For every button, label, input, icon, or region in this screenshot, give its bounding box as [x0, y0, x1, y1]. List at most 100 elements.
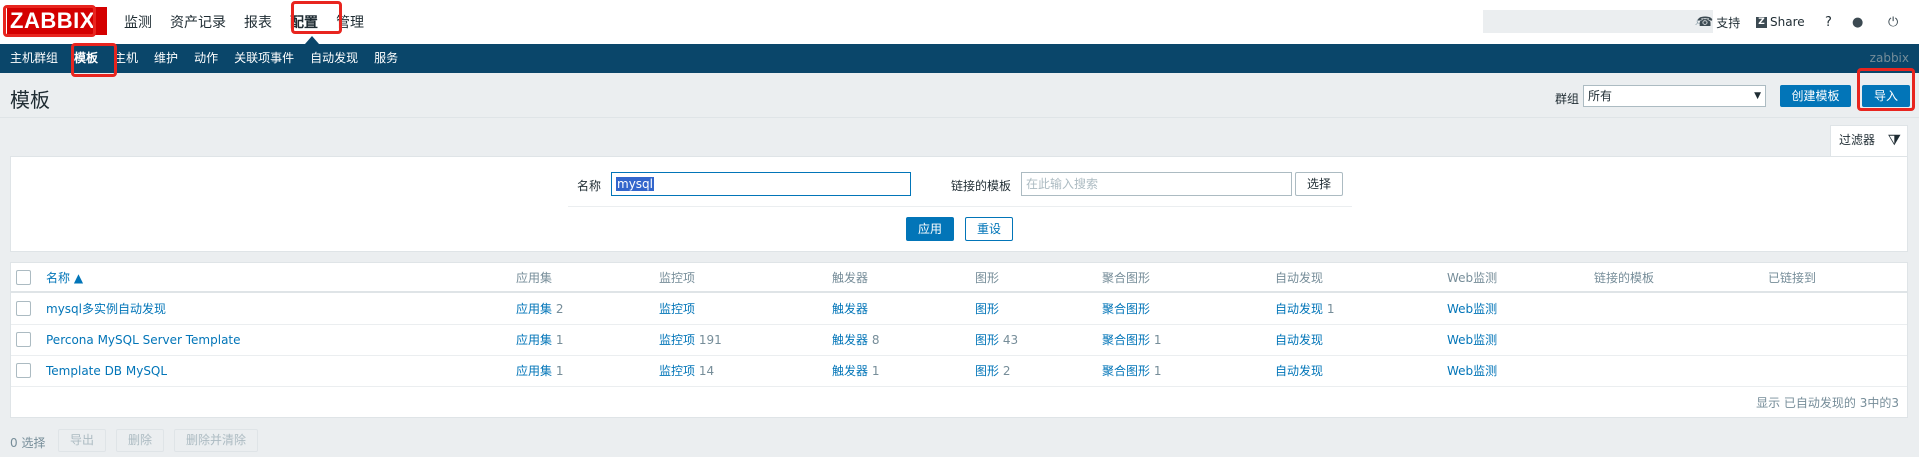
- subnav-actions[interactable]: 动作: [186, 44, 226, 73]
- column-triggers: 触发器: [832, 271, 869, 285]
- group-label: 群组: [1555, 92, 1580, 106]
- applications-link[interactable]: 应用集: [516, 364, 552, 378]
- filter-icon: ⧩: [1887, 131, 1901, 149]
- create-template-button[interactable]: 创建模板: [1780, 85, 1851, 107]
- filter-divider: [568, 206, 1352, 207]
- triggers-link[interactable]: 触发器: [832, 364, 868, 378]
- share-icon: Z: [1756, 16, 1767, 28]
- applications-count: 1: [555, 333, 564, 347]
- linked-templates-input[interactable]: 在此输入搜索: [1021, 172, 1292, 196]
- graphs-link[interactable]: 图形: [975, 333, 999, 347]
- user-profile-link[interactable]: ●: [1852, 0, 1863, 44]
- global-search-input[interactable]: ⌕: [1483, 10, 1713, 33]
- discovery-link[interactable]: 自动发现: [1275, 364, 1323, 378]
- column-items: 监控项: [659, 271, 696, 285]
- export-button[interactable]: 导出: [58, 429, 106, 452]
- web-link[interactable]: Web监测: [1447, 294, 1497, 325]
- column-screens: 聚合图形: [1102, 271, 1151, 285]
- discovery-count: 1: [1326, 302, 1335, 316]
- highlight-box-configuration: [291, 1, 342, 34]
- group-select[interactable]: 所有 ▼: [1583, 85, 1766, 107]
- triggers-count: 1: [871, 364, 880, 378]
- top-header: ZABBIX 监测 资产记录 报表 配置 管理 ⌕ ☎ 支持 Z Share ?…: [0, 0, 1919, 44]
- web-link[interactable]: Web监测: [1447, 356, 1497, 387]
- filter-panel: [10, 156, 1908, 252]
- web-link[interactable]: Web监测: [1447, 325, 1497, 356]
- triggers-link[interactable]: 触发器: [832, 302, 868, 316]
- triggers-link[interactable]: 触发器: [832, 333, 868, 347]
- user-icon: ●: [1852, 14, 1864, 30]
- column-discovery: 自动发现: [1275, 271, 1324, 285]
- select-all-checkbox[interactable]: [16, 270, 31, 285]
- subnav-maintenance[interactable]: 维护: [146, 44, 186, 73]
- screens-link[interactable]: 聚合图形: [1102, 302, 1150, 316]
- graphs-count: 43: [1002, 333, 1019, 347]
- logout-button[interactable]: ⏻: [1888, 0, 1898, 44]
- power-icon: ⏻: [1888, 14, 1899, 30]
- graphs-link[interactable]: 图形: [975, 364, 999, 378]
- applications-link[interactable]: 应用集: [516, 333, 552, 347]
- menu-inventory[interactable]: 资产记录: [170, 12, 226, 32]
- row-checkbox[interactable]: [16, 301, 31, 316]
- subnav-host-groups[interactable]: 主机群组: [0, 44, 66, 73]
- selected-count: 0 选择: [10, 436, 46, 450]
- items-link[interactable]: 监控项: [659, 333, 695, 347]
- applications-count: 2: [555, 302, 564, 316]
- applications-count: 1: [555, 364, 564, 378]
- column-web: Web监测: [1447, 271, 1498, 285]
- subnav-event-correlation[interactable]: 关联项事件: [226, 44, 302, 73]
- filter-tab[interactable]: 过滤器 ⧩: [1830, 125, 1908, 157]
- share-link[interactable]: Z Share: [1756, 0, 1805, 44]
- column-graphs: 图形: [975, 271, 1000, 285]
- active-menu-pointer: [305, 36, 319, 44]
- headset-icon: ☎: [1697, 14, 1714, 30]
- graphs-count: 2: [1002, 364, 1011, 378]
- page-divider: [0, 117, 1919, 118]
- items-count: 191: [698, 333, 722, 347]
- screens-count: 1: [1153, 333, 1162, 347]
- table-row: Percona MySQL Server Template 应用集 1 监控项 …: [11, 325, 1907, 356]
- column-name[interactable]: 名称 ▲: [46, 263, 83, 293]
- highlight-box-logo: [3, 5, 96, 37]
- help-link[interactable]: ?: [1825, 0, 1832, 44]
- template-name-link[interactable]: Percona MySQL Server Template: [46, 325, 241, 356]
- column-linked-to: 已链接到: [1768, 271, 1817, 285]
- column-applications: 应用集: [516, 271, 553, 285]
- screens-count: 1: [1153, 364, 1162, 378]
- column-linked-templates: 链接的模板: [1594, 271, 1655, 285]
- discovery-link[interactable]: 自动发现: [1275, 302, 1323, 316]
- table-summary: 显示 已自动发现的 3中的3: [1756, 396, 1899, 410]
- items-link[interactable]: 监控项: [659, 364, 695, 378]
- sub-navigation: 主机群组 模板 主机 维护 动作 关联项事件 自动发现 服务 zabbix: [0, 44, 1919, 73]
- menu-monitoring[interactable]: 监测: [124, 12, 152, 32]
- filter-linked-label: 链接的模板: [951, 179, 1012, 193]
- filter-name-label: 名称: [577, 179, 602, 193]
- menu-reports[interactable]: 报表: [244, 12, 272, 32]
- subnav-services[interactable]: 服务: [366, 44, 406, 73]
- templates-table: 名称 ▲ 应用集 监控项 触发器 图形 聚合图形 自动发现 Web监测 链接的模…: [10, 262, 1908, 418]
- delete-and-clear-button[interactable]: 删除并清除: [174, 429, 258, 452]
- filter-name-input[interactable]: mysql: [611, 172, 911, 196]
- screens-link[interactable]: 聚合图形: [1102, 364, 1150, 378]
- row-checkbox[interactable]: [16, 363, 31, 378]
- graphs-link[interactable]: 图形: [975, 302, 999, 316]
- reset-button[interactable]: 重设: [965, 217, 1013, 241]
- applications-link[interactable]: 应用集: [516, 302, 552, 316]
- select-button[interactable]: 选择: [1295, 172, 1343, 196]
- screens-link[interactable]: 聚合图形: [1102, 333, 1150, 347]
- discovery-link[interactable]: 自动发现: [1275, 333, 1323, 347]
- subnav-discovery[interactable]: 自动发现: [302, 44, 366, 73]
- row-checkbox[interactable]: [16, 332, 31, 347]
- delete-button[interactable]: 删除: [116, 429, 164, 452]
- items-link[interactable]: 监控项: [659, 302, 695, 316]
- apply-button[interactable]: 应用: [906, 217, 954, 241]
- template-name-link[interactable]: mysql多实例自动发现: [46, 294, 166, 325]
- dropdown-arrow-icon: ▼: [1754, 91, 1761, 101]
- highlight-box-templates: [71, 43, 117, 77]
- table-row: Template DB MySQL 应用集 1 监控项 14 触发器 1 图形 …: [11, 356, 1907, 387]
- template-name-link[interactable]: Template DB MySQL: [46, 356, 167, 387]
- main-menu: 监测 资产记录 报表 配置 管理: [124, 0, 382, 44]
- table-header: 名称 ▲ 应用集 监控项 触发器 图形 聚合图形 自动发现 Web监测 链接的模…: [11, 263, 1907, 293]
- table-row: mysql多实例自动发现 应用集 2 监控项 触发器 图形 聚合图形 自动发现 …: [11, 294, 1907, 325]
- support-link[interactable]: ☎ 支持: [1697, 0, 1740, 44]
